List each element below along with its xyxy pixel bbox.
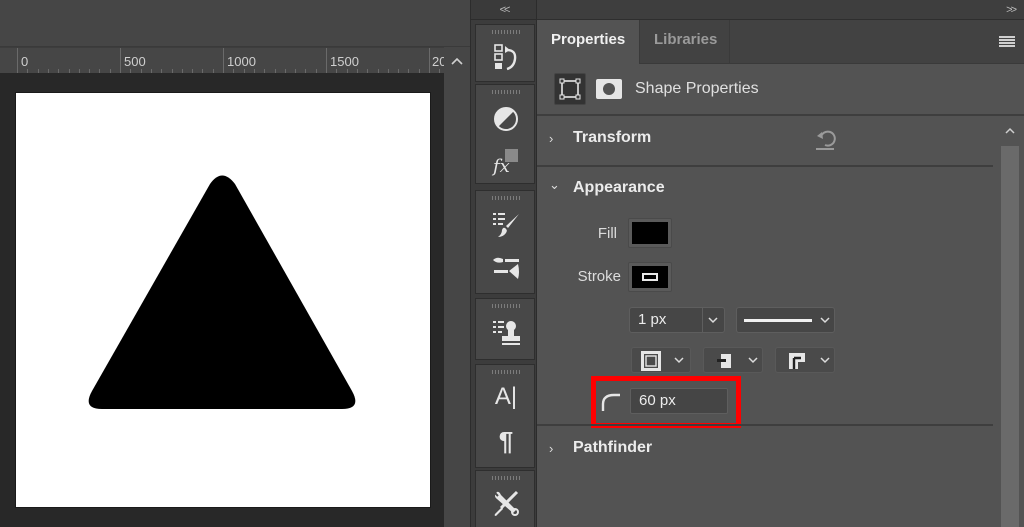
shape-properties-header: Shape Properties [537, 64, 1024, 116]
horizontal-ruler[interactable]: 0 500 1000 1500 20 [0, 47, 444, 74]
annotation-highlight-box [591, 376, 741, 428]
stroke-cap-dropdown[interactable] [703, 347, 763, 373]
chevron-down-icon [820, 357, 830, 364]
section-title: Transform [573, 129, 652, 146]
stroke-join-icon [789, 353, 805, 369]
scrollbar-thumb[interactable] [1001, 146, 1019, 527]
stroke-join-dropdown[interactable] [775, 347, 835, 373]
brush-presets-icon[interactable] [490, 209, 522, 241]
history-icon[interactable] [490, 41, 522, 73]
transform-box-icon [559, 78, 581, 100]
dropdown-separator [702, 308, 703, 332]
drag-grip[interactable] [492, 30, 520, 34]
ruler-label: 20 [432, 54, 444, 69]
ruler-label: 500 [124, 54, 146, 69]
stroke-label: Stroke [577, 268, 621, 285]
chevron-down-icon [674, 357, 684, 364]
stroke-align-dropdown[interactable] [631, 347, 691, 373]
chevron-right-icon: › [549, 131, 554, 146]
artboard-canvas [88, 175, 356, 410]
ruler-label: 1500 [330, 54, 359, 69]
stroke-align-inside-icon [641, 351, 661, 371]
brush-settings-icon[interactable] [490, 251, 522, 283]
stroke-style-dropdown[interactable] [736, 307, 835, 333]
chevron-down-icon [820, 317, 830, 324]
tool-group: fx [475, 84, 535, 184]
stroke-width-dropdown[interactable]: 1 px [629, 307, 725, 333]
collapse-panel-button[interactable]: >> [537, 0, 1024, 20]
fill-color-swatch[interactable] [628, 218, 672, 248]
chevron-up-icon [451, 57, 463, 65]
stroke-color-preview [632, 266, 668, 288]
tool-group [475, 24, 535, 82]
drag-grip[interactable] [492, 304, 520, 308]
document-vertical-scrollbar[interactable] [444, 73, 470, 527]
drag-grip[interactable] [492, 476, 520, 480]
chevron-down-icon: ⌄ [549, 177, 560, 192]
drag-grip[interactable] [492, 196, 520, 200]
tab-libraries[interactable]: Libraries [640, 20, 730, 64]
panel-tabs: Properties Libraries [537, 20, 1024, 64]
mask-properties-button[interactable] [593, 73, 625, 105]
tab-properties[interactable]: Properties [537, 20, 640, 64]
styles-fx-icon[interactable]: fx [490, 145, 522, 177]
drag-grip[interactable] [492, 90, 520, 94]
panel-vertical-scrollbar[interactable] [999, 117, 1021, 527]
section-title: Pathfinder [573, 439, 653, 456]
chevron-down-icon [748, 357, 758, 364]
scroll-up-button[interactable] [999, 117, 1021, 141]
shape-properties-button[interactable] [554, 73, 586, 105]
section-pathfinder[interactable]: › Pathfinder [537, 427, 993, 471]
section-transform[interactable]: › Transform [537, 117, 993, 161]
chevron-down-icon [708, 317, 718, 324]
paragraph-glyph: ¶ [498, 425, 514, 456]
tool-group: A| ¶ [475, 364, 535, 468]
tool-group [475, 190, 535, 294]
stroke-cap-icon [717, 354, 731, 368]
panel-dock-toolbar: << fx A| ¶ [470, 0, 537, 527]
chevron-right-icon: › [549, 441, 554, 456]
ruler-label: 1000 [227, 54, 256, 69]
shape-properties-title: Shape Properties [635, 80, 759, 97]
paragraph-icon[interactable]: ¶ [490, 425, 522, 457]
ruler-label: 0 [21, 54, 29, 69]
section-title: Appearance [573, 179, 665, 196]
section-appearance[interactable]: ⌄ Appearance [537, 167, 993, 211]
stroke-indicator-icon [642, 273, 658, 281]
adjustments-icon[interactable] [490, 103, 522, 135]
character-icon[interactable]: A| [490, 381, 522, 413]
fill-label: Fill [597, 225, 617, 242]
layer-mask-icon [596, 79, 622, 99]
tab-label: Libraries [654, 31, 718, 48]
character-glyph: A| [494, 383, 518, 410]
app-window: 0 500 1000 1500 20 << fx A| ¶ >> Propert… [0, 0, 1024, 527]
document-area: 0 500 1000 1500 20 [0, 0, 470, 527]
solid-line-preview [744, 319, 812, 322]
stroke-color-swatch[interactable] [628, 262, 672, 292]
clone-source-icon[interactable] [490, 317, 522, 349]
drag-grip[interactable] [492, 370, 520, 374]
panel-menu-icon[interactable] [999, 36, 1015, 48]
artboard[interactable] [16, 93, 430, 507]
svg-text:fx: fx [491, 156, 510, 176]
tool-group [475, 470, 535, 527]
tab-label: Properties [551, 31, 626, 48]
ruler-scroll-up-button[interactable] [444, 47, 470, 73]
fill-color-preview [632, 222, 668, 244]
chevron-up-icon [1005, 127, 1015, 134]
document-tab-bar [0, 0, 470, 47]
reset-transform-icon[interactable] [813, 127, 837, 151]
tool-group [475, 298, 535, 360]
rounded-triangle-shape[interactable] [88, 175, 356, 410]
section-divider [537, 424, 993, 426]
collapse-dock-button[interactable]: << [471, 0, 537, 20]
properties-panel: >> Properties Libraries Shape Properties… [536, 0, 1024, 527]
stroke-width-value: 1 px [638, 311, 667, 328]
tool-presets-icon[interactable] [490, 487, 522, 519]
